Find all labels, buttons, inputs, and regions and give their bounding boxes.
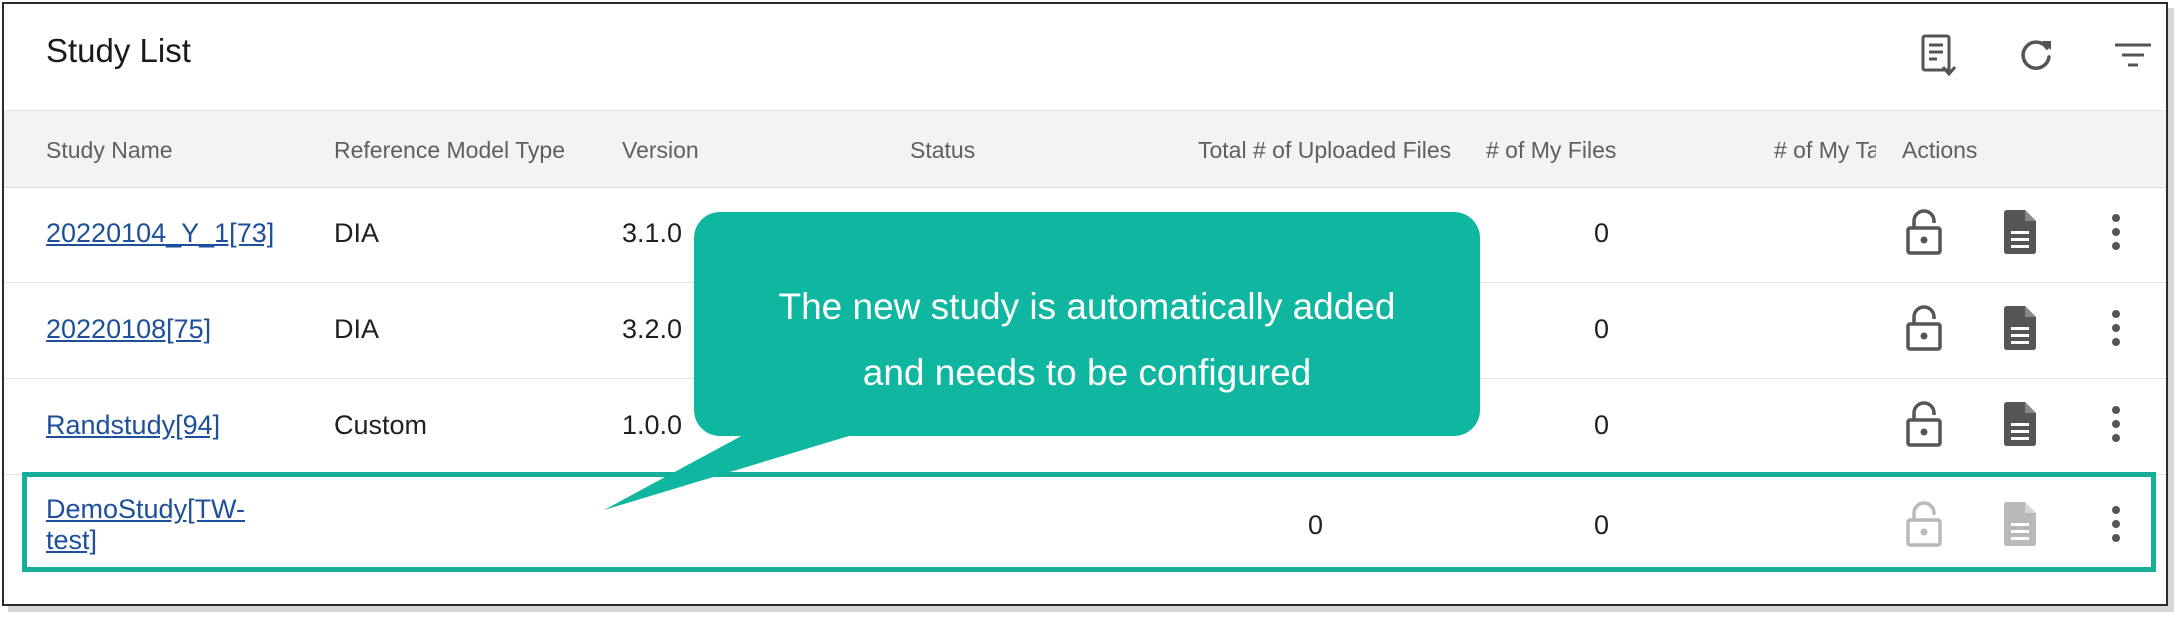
model-type: Custom (334, 410, 428, 440)
lock-button[interactable] (1902, 206, 1946, 258)
model-type: DIA (334, 314, 380, 344)
filter-icon (2115, 43, 2151, 67)
table-header: Study Name Reference Model Type Version … (4, 110, 2166, 188)
study-name-line2: test] (46, 525, 98, 555)
study-link[interactable]: DemoStudy[TW- test] (46, 494, 245, 556)
col-my-tasks[interactable]: # of My Ta (1774, 137, 1876, 164)
callout-text-line1: The new study is automatically added (778, 286, 1396, 327)
lock-icon (1906, 401, 1942, 447)
col-study-name[interactable]: Study Name (46, 137, 173, 164)
study-link[interactable]: 20220108[75] (46, 314, 211, 345)
my-files-count: 0 (1594, 510, 1610, 540)
document-button-disabled (1998, 498, 2042, 550)
my-files-count: 0 (1594, 218, 1610, 248)
col-version[interactable]: Version (622, 137, 699, 164)
export-list-button[interactable] (1914, 30, 1964, 80)
lock-icon (1906, 305, 1942, 351)
version: 1.0.0 (622, 410, 683, 440)
my-files-count: 0 (1594, 410, 1610, 440)
col-actions: Actions (1902, 137, 1978, 163)
more-options-button[interactable] (2094, 398, 2138, 450)
document-button[interactable] (1998, 398, 2042, 450)
lock-button[interactable] (1902, 302, 1946, 354)
document-icon (2004, 306, 2036, 350)
version: 3.2.0 (622, 314, 683, 344)
annotation-callout: The new study is automatically added and… (694, 212, 1480, 436)
my-files-count: 0 (1594, 314, 1610, 344)
table-row-new-study: DemoStudy[TW- test] 0 0 (4, 474, 2166, 574)
more-vertical-icon (2112, 506, 2120, 542)
document-icon (2004, 210, 2036, 254)
col-my-files[interactable]: # of My Files (1486, 137, 1616, 164)
lock-button-disabled (1902, 498, 1946, 550)
version: 3.1.0 (622, 218, 683, 248)
callout-text-line2: and needs to be configured (862, 352, 1312, 393)
more-vertical-icon (2112, 406, 2120, 442)
more-options-button[interactable] (2094, 206, 2138, 258)
total-uploaded-count: 0 (1308, 510, 1324, 540)
more-options-button[interactable] (2094, 498, 2138, 550)
export-list-icon (1921, 34, 1957, 77)
lock-button[interactable] (1902, 398, 1946, 450)
document-icon (2004, 402, 2036, 446)
more-vertical-icon (2112, 310, 2120, 346)
document-button[interactable] (1998, 302, 2042, 354)
lock-icon (1906, 209, 1942, 255)
lock-icon (1906, 501, 1942, 547)
col-reference-model-type[interactable]: Reference Model Type (334, 137, 565, 164)
refresh-icon (2021, 40, 2051, 70)
study-link[interactable]: 20220104_Y_1[73] (46, 218, 274, 249)
panel-header: Study List (4, 4, 2166, 110)
document-button[interactable] (1998, 206, 2042, 258)
col-total-uploaded-files[interactable]: Total # of Uploaded Files (1198, 137, 1451, 164)
refresh-button[interactable] (2011, 30, 2061, 80)
more-options-button[interactable] (2094, 302, 2138, 354)
more-vertical-icon (2112, 214, 2120, 250)
page-title: Study List (46, 32, 191, 69)
col-status[interactable]: Status (910, 137, 975, 164)
model-type: DIA (334, 218, 380, 248)
study-link[interactable]: Randstudy[94] (46, 410, 220, 441)
study-name-line1: DemoStudy[TW- (46, 494, 246, 524)
filter-button[interactable] (2108, 30, 2158, 80)
document-icon (2004, 502, 2036, 546)
